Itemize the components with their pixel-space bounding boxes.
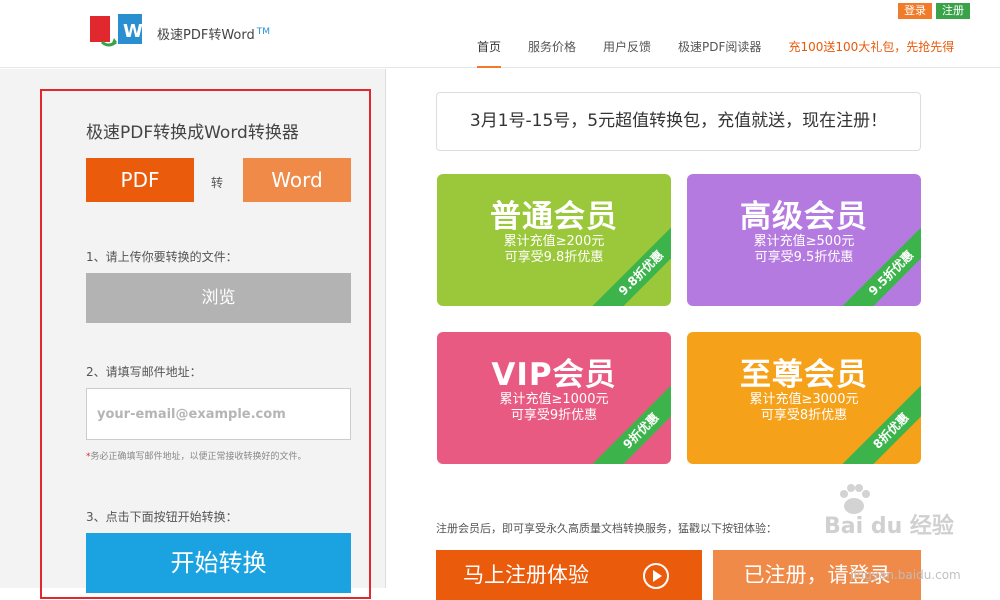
nav-item-promo[interactable]: 充100送100大礼包，先抢先得 — [788, 38, 954, 68]
to-label: 转 — [211, 176, 224, 190]
nav-item-reader[interactable]: 极速PDF阅读器 — [678, 38, 761, 68]
watermark-brand: Bai du 经验 — [824, 514, 954, 539]
watermark-url: jingyan.baidu.com — [850, 568, 961, 582]
card-line1: 累计充值≥1000元 — [499, 392, 609, 407]
converter-title: 极速PDF转换成Word转换器 — [86, 123, 299, 143]
step3-label: 3、点击下面按钮开始转换： — [86, 510, 238, 524]
svg-text:W: W — [123, 21, 143, 42]
baidu-watermark: Bai du 经验 jingyan.baidu.com — [810, 482, 980, 582]
card-line1: 累计充值≥200元 — [503, 234, 605, 249]
membership-card-supreme[interactable]: 至尊会员 累计充值≥3000元 可享受8折优惠 8折优惠 — [687, 332, 921, 464]
trademark-mark: TM — [256, 26, 271, 37]
register-now-button[interactable]: 马上注册体验 — [436, 550, 702, 600]
step1-label: 1、请上传你要转换的文件： — [86, 250, 238, 264]
membership-card-regular[interactable]: 普通会员 累计充值≥200元 可享受9.8折优惠 9.8折优惠 — [437, 174, 671, 306]
card-title: VIP会员 — [491, 357, 617, 393]
card-title: 普通会员 — [490, 199, 618, 235]
register-now-label: 马上注册体验 — [463, 563, 589, 587]
register-note: 注册会员后，即可享受永久高质量文档转换服务，猛戳以下按钮体验： — [436, 522, 777, 535]
play-icon — [643, 563, 669, 589]
register-button[interactable]: 注册 — [936, 3, 970, 19]
email-field[interactable] — [86, 388, 351, 440]
word-format-button[interactable]: Word — [243, 158, 351, 202]
email-hint: *务必正确填写邮件地址，以便正常接收转换好的文件。 — [86, 449, 307, 462]
card-line1: 累计充值≥3000元 — [749, 392, 859, 407]
step2-label: 2、请填写邮件地址： — [86, 365, 202, 379]
card-title: 高级会员 — [740, 199, 868, 235]
top-header: W 极速PDF转Word TM 登录 注册 首页 服务价格 用户反馈 极速PDF阅… — [0, 0, 1000, 68]
main-nav: 首页 服务价格 用户反馈 极速PDF阅读器 充100送100大礼包，先抢先得 — [477, 38, 981, 68]
browse-button[interactable]: 浏览 — [86, 273, 351, 323]
nav-item-pricing[interactable]: 服务价格 — [528, 38, 576, 68]
auth-links: 登录 注册 — [898, 3, 970, 19]
logo-text[interactable]: 极速PDF转Word TM — [157, 24, 270, 43]
card-line1: 累计充值≥500元 — [753, 234, 855, 249]
pdf-format-button[interactable]: PDF — [86, 158, 194, 202]
membership-card-senior[interactable]: 高级会员 累计充值≥500元 可享受9.5折优惠 9.5折优惠 — [687, 174, 921, 306]
start-convert-button[interactable]: 开始转换 — [86, 533, 351, 593]
nav-item-feedback[interactable]: 用户反馈 — [603, 38, 651, 68]
nav-item-home[interactable]: 首页 — [477, 38, 502, 68]
membership-card-vip[interactable]: VIP会员 累计充值≥1000元 可享受9折优惠 9折优惠 — [437, 332, 671, 464]
hint-text: 务必正确填写邮件地址，以便正常接收转换好的文件。 — [90, 452, 307, 462]
logo-title: 极速PDF转Word — [157, 28, 255, 43]
card-title: 至尊会员 — [740, 357, 868, 393]
promo-banner[interactable]: 3月1号-15号，5元超值转换包，充值就送，现在注册！ — [436, 92, 921, 151]
login-button[interactable]: 登录 — [898, 3, 932, 19]
logo-icon[interactable]: W — [88, 12, 148, 50]
